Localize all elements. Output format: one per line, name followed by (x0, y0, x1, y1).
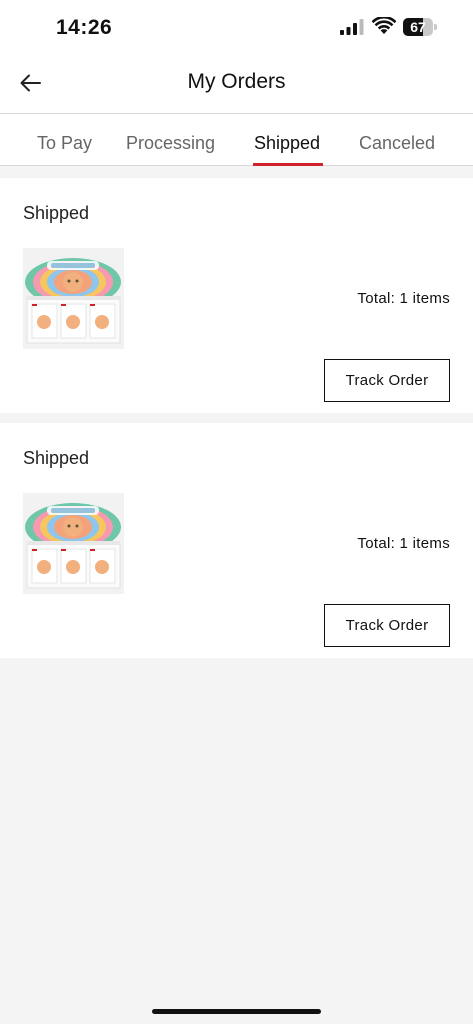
order-total: Total: 1 items (357, 290, 450, 307)
product-thumbnail[interactable] (23, 493, 124, 594)
wifi-icon (372, 17, 396, 34)
order-status: Shipped (23, 448, 90, 468)
order-tabs: To Pay Processing Shipped Canceled (0, 114, 473, 166)
signal-icon (340, 19, 364, 35)
order-card[interactable]: Shipped Total: 1 items Track Order (0, 423, 473, 658)
tab-to-pay[interactable]: To Pay (37, 133, 92, 154)
track-order-button[interactable]: Track Order (324, 359, 450, 402)
order-card[interactable]: Shipped Total: 1 items Track Order (0, 178, 473, 413)
tab-canceled[interactable]: Canceled (359, 133, 435, 154)
status-bar: 14:26 67 (0, 0, 473, 56)
battery-level: 67 (410, 19, 426, 35)
order-total: Total: 1 items (357, 535, 450, 552)
battery-icon: 67 (403, 18, 437, 36)
page-title: My Orders (187, 70, 286, 93)
track-order-button[interactable]: Track Order (324, 604, 450, 647)
status-time: 14:26 (56, 16, 113, 39)
home-indicator[interactable] (152, 1009, 321, 1014)
product-thumbnail[interactable] (23, 248, 124, 349)
order-status: Shipped (23, 203, 90, 223)
tab-processing[interactable]: Processing (126, 133, 215, 154)
app-header: My Orders (0, 56, 473, 114)
active-tab-indicator (253, 163, 323, 166)
tab-shipped[interactable]: Shipped (254, 133, 320, 154)
